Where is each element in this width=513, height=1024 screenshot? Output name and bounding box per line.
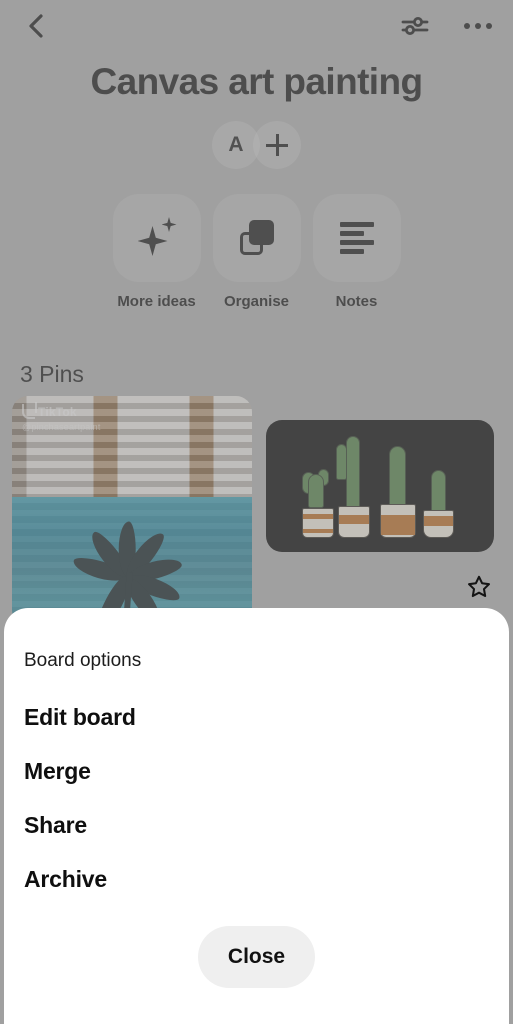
tiktok-handle-label: @pinchaseartpaint — [22, 422, 101, 432]
close-button[interactable]: Close — [197, 926, 316, 988]
stacked-squares-icon — [237, 218, 277, 258]
organise-tile[interactable] — [212, 194, 301, 282]
action-more-ideas[interactable]: More ideas — [112, 194, 201, 310]
star-outline-icon — [468, 575, 490, 598]
more-ideas-tile[interactable] — [112, 194, 201, 282]
tiktok-watermark: TikTok — [22, 402, 77, 419]
menu-item-label: Merge — [24, 757, 91, 784]
text-lines-icon — [339, 222, 374, 254]
action-label-notes: Notes — [335, 293, 378, 310]
board-overflow-button[interactable] — [458, 8, 498, 44]
back-button[interactable] — [18, 8, 54, 44]
sparkle-icon — [136, 217, 178, 259]
chevron-left-icon — [29, 14, 43, 38]
action-notes[interactable]: Notes — [312, 194, 401, 310]
cacti-artwork — [266, 420, 494, 552]
board-options-menu: Edit board Merge Share Archive — [4, 690, 509, 906]
close-row: Close — [4, 926, 509, 988]
add-collaborator-button[interactable] — [253, 121, 301, 169]
pin-card-cacti[interactable] — [266, 420, 494, 552]
top-bar — [0, 0, 513, 52]
action-label-organise: Organise — [223, 293, 290, 310]
menu-item-label: Edit board — [24, 703, 136, 730]
action-organise[interactable]: Organise — [212, 194, 301, 310]
more-horizontal-icon — [464, 23, 492, 29]
board-options-sheet: Board options Edit board Merge Share Arc… — [4, 608, 509, 1024]
board-filter-button[interactable] — [396, 8, 434, 44]
menu-item-merge[interactable]: Merge — [4, 744, 509, 798]
menu-item-archive[interactable]: Archive — [4, 852, 509, 906]
sheet-title: Board options — [24, 650, 142, 671]
page-title: Canvas art painting — [90, 61, 424, 102]
tiktok-watermark-label: TikTok — [38, 404, 77, 419]
menu-item-label: Share — [24, 811, 87, 838]
plus-icon — [266, 134, 288, 156]
pin-card-palm-tree[interactable]: TikTok @pinchaseartpaint — [12, 396, 252, 626]
menu-item-share[interactable]: Share — [4, 798, 509, 852]
menu-item-edit-board[interactable]: Edit board — [4, 690, 509, 744]
notes-tile[interactable] — [312, 194, 401, 282]
menu-item-label: Archive — [24, 865, 107, 892]
board-collaborators: A — [0, 121, 513, 169]
action-label-more-ideas: More ideas — [117, 293, 196, 310]
sliders-icon — [401, 17, 429, 35]
tiktok-note-icon — [22, 402, 38, 419]
app-screen: Canvas art painting A More ideas Organis… — [0, 0, 513, 1024]
pins-count-label: 3 Pins — [20, 361, 84, 387]
board-actions: More ideas Organise Notes — [0, 194, 513, 310]
favourite-star-button[interactable] — [466, 574, 492, 600]
